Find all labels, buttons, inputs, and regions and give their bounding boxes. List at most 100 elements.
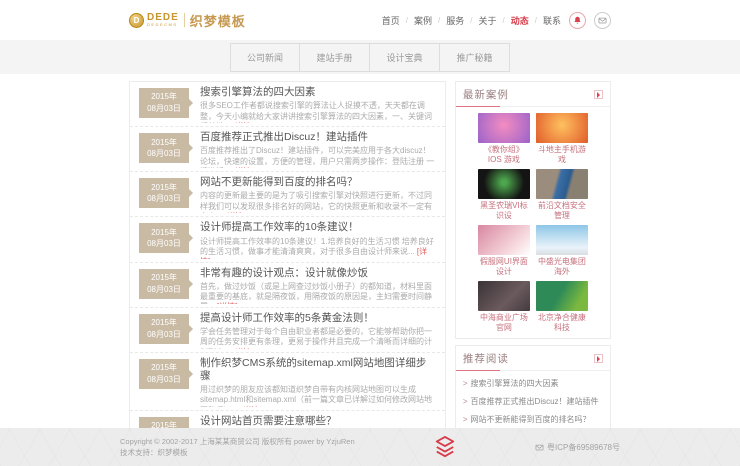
article-item[interactable]: 2015年 08月03日 设计师提高工作效率的10条建议！ 设计师提高工作效率的… [130,217,445,262]
case-item[interactable]: 《教你组》IOS 游戏 [478,113,530,164]
article-title[interactable]: 提高设计师工作效率的5条黄金法则！ [200,312,435,325]
case-caption[interactable]: 中盛光电集团海外 [536,257,588,276]
article-date-year: 2015年 [151,137,177,149]
nav-separator: / [438,16,440,25]
case-caption[interactable]: 北京净合健康科技 [536,313,588,332]
case-thumbnail[interactable] [478,281,530,311]
article-desc: 学会任务管理对于每个自由职业者都是必要的，它能够帮助你把一周的任务安排更有条理，… [200,327,435,349]
tab-promotion[interactable]: 推广秘籍 [440,43,510,72]
recommended-article-link[interactable]: >搜索引擎算法的四大因素 [456,374,610,392]
article-title[interactable]: 搜索引擎算法的四大因素 [200,86,435,99]
article-title[interactable]: 网站不更新能得到百度的排名吗？ [200,176,435,189]
article-more-link[interactable]: [详情] [233,348,253,349]
nav-separator: / [535,16,537,25]
article-more-link[interactable]: [详情] [225,212,245,213]
recommended-reading-title: 推荐阅读 [463,351,509,366]
article-body: 提高设计师工作效率的5条黄金法则！ 学会任务管理对于每个自由职业者都是必要的，它… [200,312,435,349]
article-title[interactable]: 设计师提高工作效率的10条建议！ [200,221,435,234]
nav-item-news-active[interactable]: 动态 [511,14,529,27]
footer-logo-icon [434,434,456,460]
article-body: 设计网站首页需要注意哪些？ 不论作为企业自身还是网站优化者都知道网站首页很重要，… [200,415,435,428]
article-date-badge: 2015年 08月03日 [139,314,189,344]
nav-item-about[interactable]: 关于 [478,14,496,27]
article-date-year: 2015年 [151,91,177,103]
case-thumbnail[interactable] [478,113,530,143]
article-body: 百度推荐正式推出Discuz！建站插件 百度推荐推出了Discuz！建站插件，可… [200,131,435,168]
recommended-article-link[interactable]: >百度推荐正式推出Discuz！建站插件 [456,392,610,410]
recommended-article-label: 网站不更新能得到百度的排名吗？ [471,415,591,424]
latest-cases-title: 最新案例 [463,87,509,102]
nav-item-services[interactable]: 服务 [446,14,464,27]
article-item[interactable]: 2015年 08月03日 百度推荐正式推出Discuz！建站插件 百度推荐推出了… [130,127,445,172]
more-reading-arrow-icon[interactable] [594,354,603,363]
article-title[interactable]: 非常有趣的设计观点：设计就像炒饭 [200,267,435,280]
recommended-article-label: 搜索引擎算法的四大因素 [471,379,559,388]
article-item[interactable]: 2015年 08月03日 网站不更新能得到百度的排名吗？ 内容的更新最主要的是为… [130,172,445,217]
tab-site-manual[interactable]: 建站手册 [300,43,370,72]
nav-item-cases[interactable]: 案例 [414,14,432,27]
case-caption[interactable]: 前沿文档安全管理 [536,201,588,220]
case-item[interactable]: 黑圣农瑞VI标识设 [478,169,530,220]
article-item[interactable]: 2015年 08月03日 非常有趣的设计观点：设计就像炒饭 首先，做过炒饭（或是… [130,263,445,308]
footer-mail-icon [535,443,544,452]
site-title: 织梦模板 [190,11,246,30]
article-desc-text: 内容的更新最主要的是为了吸引搜索引擎对快照进行更新，不过同样我们可以发现很多排名… [200,191,432,213]
case-caption[interactable]: 黑圣农瑞VI标识设 [478,201,530,220]
article-item[interactable]: 2015年 08月03日 搜索引擎算法的四大因素 很多SEO工作者都说搜索引擎的… [130,82,445,127]
bell-icon[interactable] [569,12,586,29]
recommended-list: >搜索引擎算法的四大因素 >百度推荐正式推出Discuz！建站插件 >网站不更新… [456,371,610,428]
case-item[interactable]: 斗地主手机游戏 [536,113,588,164]
logo-divider [184,13,185,27]
site-logo[interactable]: D DEDE DEDECMS 织梦模板 [129,11,246,30]
case-caption[interactable]: 《教你组》IOS 游戏 [478,145,530,164]
article-item[interactable]: 2015年 08月03日 制作织梦CMS系统的sitemap.xml网站地图详细… [130,353,445,411]
article-date-day: 08月03日 [147,193,181,205]
more-cases-arrow-icon[interactable] [594,90,603,99]
nav-item-home[interactable]: 首页 [382,14,400,27]
article-date-year: 2015年 [151,272,177,284]
case-thumbnail[interactable] [536,281,588,311]
article-more-link[interactable]: [详情] [217,302,237,303]
case-item[interactable]: 北京净合健康科技 [536,281,588,332]
case-thumbnail[interactable] [536,225,588,255]
case-caption[interactable]: 斗地主手机游戏 [536,145,588,164]
tab-design-tips[interactable]: 设计宝典 [370,43,440,72]
article-date-badge: 2015年 08月03日 [139,88,189,118]
article-body: 搜索引擎算法的四大因素 很多SEO工作者都说搜索引擎的算法让人捉摸不透，天天都在… [200,86,435,123]
article-date-day: 08月03日 [147,148,181,160]
article-more-link[interactable]: [详情] [241,406,261,407]
nav-item-contact[interactable]: 联系 [543,14,561,27]
case-thumbnail[interactable] [536,113,588,143]
copyright-line: Copyright © 2002-2017 上海某某商贸公司 版权所有 powe… [120,436,355,447]
article-item[interactable]: 2015年 08月03日 设计网站首页需要注意哪些？ 不论作为企业自身还是网站优… [130,411,445,428]
mail-icon[interactable] [594,12,611,29]
article-more-link[interactable]: [详情] [233,167,253,168]
case-item[interactable]: 前沿文档安全管理 [536,169,588,220]
article-date-year: 2015年 [151,362,177,374]
article-title[interactable]: 制作织梦CMS系统的sitemap.xml网站地图详细步骤 [200,357,435,383]
case-caption[interactable]: 假服网UI界面设计 [478,257,530,276]
article-body: 设计师提高工作效率的10条建议！ 设计师提高工作效率的10条建议！1.培养良好的… [200,221,435,258]
article-title[interactable]: 百度推荐正式推出Discuz！建站插件 [200,131,435,144]
tab-company-news[interactable]: 公司新闻 [230,43,300,72]
support-line: 技术支持：织梦模板 [120,447,355,458]
case-thumbnail[interactable] [478,169,530,199]
case-item[interactable]: 中海商业广场官网 [478,281,530,332]
case-thumbnail[interactable] [478,225,530,255]
case-caption[interactable]: 中海商业广场官网 [478,313,530,332]
article-desc-text: 设计师提高工作效率的10条建议！1.培养良好的生活习惯 培养良好的生活习惯，做事… [200,237,434,256]
article-date-badge: 2015年 08月03日 [139,359,189,389]
recommended-article-link[interactable]: >网站不更新能得到百度的排名吗？ [456,410,610,428]
article-desc-text: 百度推荐推出了Discuz！建站插件，可以完美应用于各大discuz！论坛，快速… [200,146,434,168]
article-item[interactable]: 2015年 08月03日 提高设计师工作效率的5条黄金法则！ 学会任务管理对于每… [130,308,445,353]
article-desc-text: 用过织梦的朋友应该都知道织梦自带有内核网站地图可以生成sitemap.html和… [200,385,432,407]
article-more-link[interactable]: [详情] [233,122,253,123]
article-desc: 百度推荐推出了Discuz！建站插件，可以完美应用于各大discuz！论坛，快速… [200,146,435,168]
bullet: > [463,415,468,424]
case-thumbnail[interactable] [536,169,588,199]
article-title[interactable]: 设计网站首页需要注意哪些？ [200,415,435,428]
case-item[interactable]: 中盛光电集团海外 [536,225,588,276]
article-date-year: 2015年 [151,317,177,329]
case-item[interactable]: 假服网UI界面设计 [478,225,530,276]
article-body: 制作织梦CMS系统的sitemap.xml网站地图详细步骤 用过织梦的朋友应该都… [200,357,435,407]
